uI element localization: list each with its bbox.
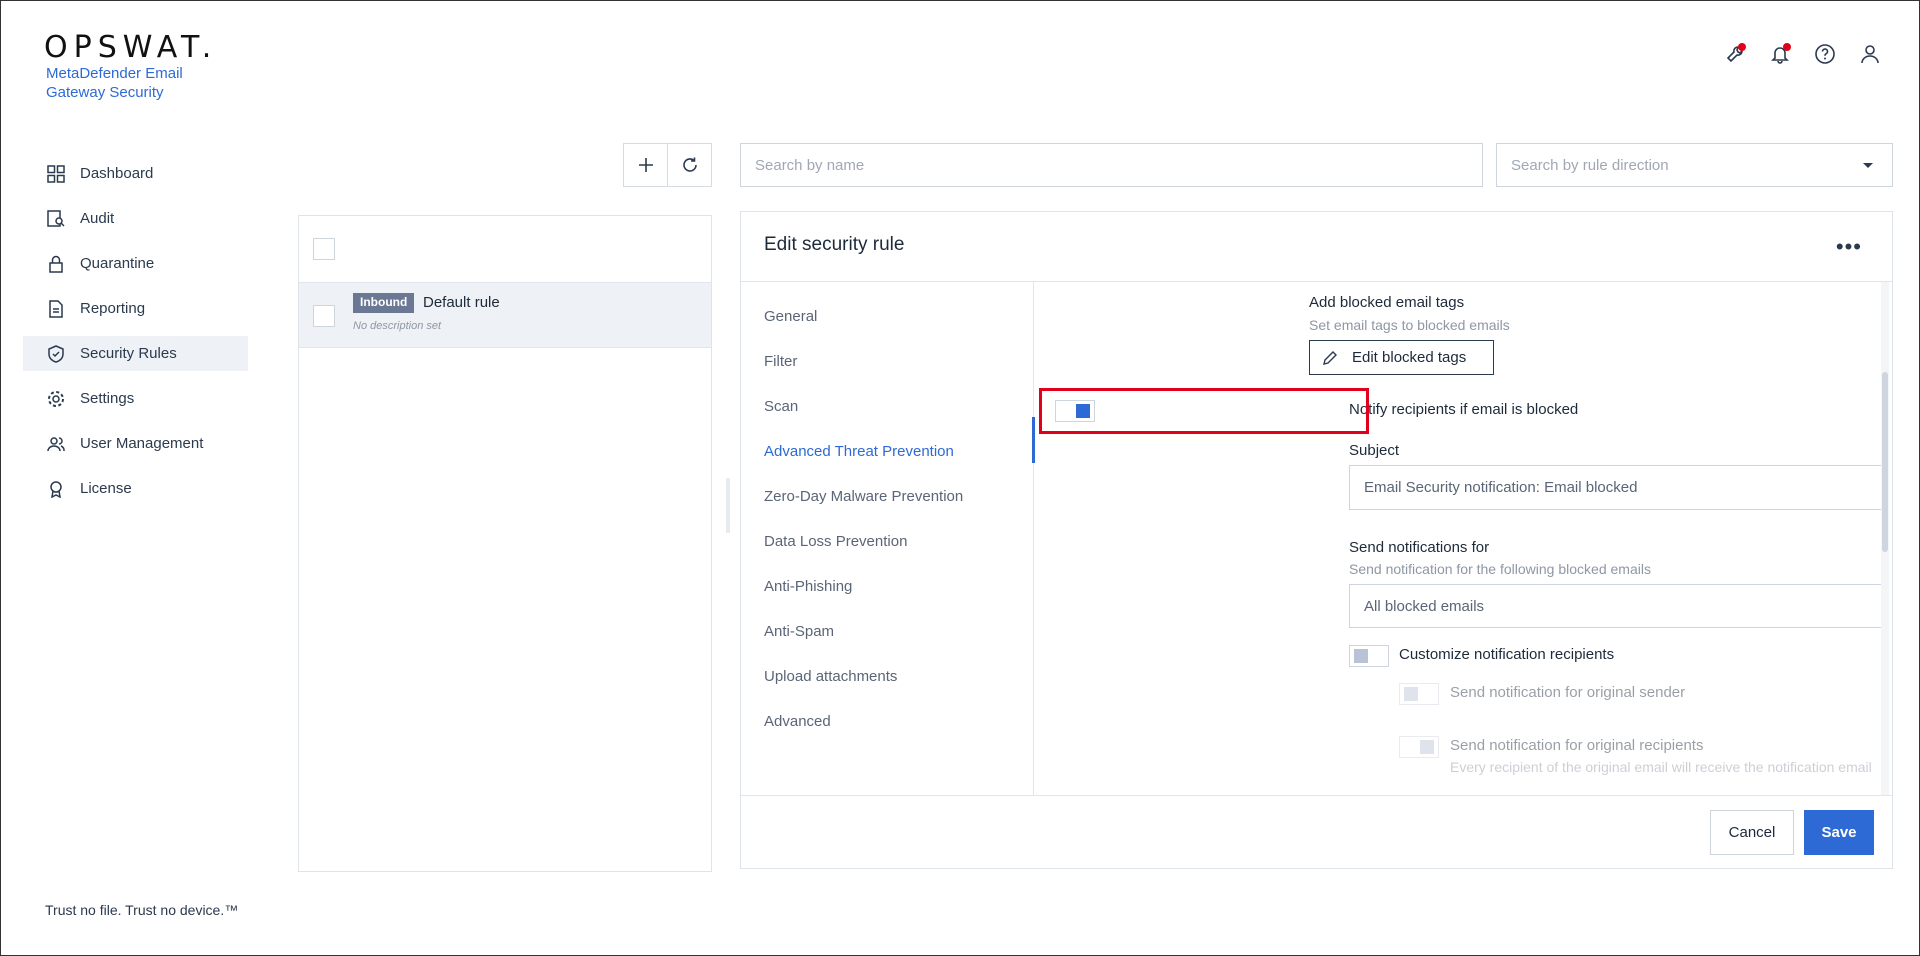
sidebar-item-user-management[interactable]: User Management	[23, 426, 248, 461]
send-notifications-select[interactable]: All blocked emails	[1349, 584, 1883, 628]
toggle-knob	[1354, 649, 1368, 663]
sidebar-item-label: Security Rules	[80, 345, 177, 362]
search-by-name[interactable]	[740, 143, 1483, 187]
notify-recipients-label: Notify recipients if email is blocked	[1349, 401, 1579, 418]
rule-list-panel: Inbound Default rule No description set	[298, 215, 712, 872]
document-icon	[46, 299, 66, 319]
original-sender-toggle[interactable]	[1399, 683, 1439, 705]
cancel-button[interactable]: Cancel	[1710, 810, 1794, 855]
search-by-direction[interactable]	[1496, 143, 1893, 187]
section-upload-attachments[interactable]: Upload attachments	[764, 654, 1034, 699]
gear-icon	[46, 389, 66, 409]
blocked-tags-description: Set email tags to blocked emails	[1309, 317, 1510, 333]
refresh-icon	[682, 157, 697, 172]
toggle-knob	[1404, 687, 1418, 701]
section-advanced-threat-prevention[interactable]: Advanced Threat Prevention	[764, 429, 1034, 474]
send-notifications-value: All blocked emails	[1364, 597, 1485, 615]
select-all-checkbox[interactable]	[313, 238, 335, 260]
user-icon[interactable]	[1856, 40, 1884, 68]
section-zero-day-malware-prevention[interactable]: Zero-Day Malware Prevention	[764, 474, 1034, 519]
sidebar-item-label: License	[80, 480, 132, 497]
section-scan[interactable]: Scan	[764, 384, 1034, 429]
section-nav: General Filter Scan Advanced Threat Prev…	[764, 294, 1034, 744]
sidebar-item-audit[interactable]: Audit	[23, 201, 248, 236]
sidebar-item-label: Reporting	[80, 300, 146, 317]
scrollbar-thumb[interactable]	[1882, 372, 1888, 552]
sidebar-item-label: Quarantine	[80, 255, 155, 272]
opswat-logo: OPSWAT.	[44, 30, 218, 65]
sidebar-item-label: Dashboard	[80, 165, 154, 182]
product-name: MetaDefender Email Gateway Security	[46, 65, 183, 101]
lock-icon	[46, 254, 66, 274]
sidebar-nav: Dashboard Audit Quarantine Reporting Sec…	[23, 156, 248, 516]
original-sender-label: Send notification for original sender	[1450, 684, 1686, 701]
search-name-input[interactable]	[755, 156, 1482, 174]
add-rule-button[interactable]	[623, 143, 668, 187]
edit-blocked-tags-button[interactable]: Edit blocked tags	[1309, 340, 1494, 375]
section-general[interactable]: General	[764, 294, 1034, 339]
subject-input[interactable]: Email Security notification: Email block…	[1349, 465, 1883, 510]
bell-icon[interactable]	[1766, 40, 1794, 68]
notification-dot	[1783, 43, 1791, 51]
footer-divider	[741, 795, 1892, 796]
rule-description: No description set	[353, 320, 442, 332]
sidebar-item-label: Settings	[80, 390, 135, 407]
toggle-knob	[1420, 740, 1434, 754]
edit-blocked-tags-label: Edit blocked tags	[1352, 349, 1467, 366]
notification-dot	[1738, 43, 1746, 51]
users-icon	[46, 434, 66, 454]
dashboard-icon	[46, 164, 66, 184]
refresh-button[interactable]	[667, 143, 712, 187]
rule-name: Default rule	[423, 294, 500, 311]
subject-value: Email Security notification: Email block…	[1364, 479, 1638, 496]
search-direction-input[interactable]	[1511, 156, 1851, 174]
blocked-tags-title: Add blocked email tags	[1309, 294, 1465, 311]
sidebar-item-license[interactable]: License	[23, 471, 248, 506]
sidebar-item-label: Audit	[80, 210, 115, 227]
section-anti-spam[interactable]: Anti-Spam	[764, 609, 1034, 654]
sidebar-item-settings[interactable]: Settings	[23, 381, 248, 416]
sidebar-item-reporting[interactable]: Reporting	[23, 291, 248, 326]
sidebar-item-label: User Management	[80, 435, 204, 452]
section-data-loss-prevention[interactable]: Data Loss Prevention	[764, 519, 1034, 564]
rule-row[interactable]: Inbound Default rule No description set	[299, 282, 711, 348]
customize-recipients-label: Customize notification recipients	[1399, 646, 1615, 663]
sidebar-item-dashboard[interactable]: Dashboard	[23, 156, 248, 191]
tagline: Trust no file. Trust no device.™	[45, 902, 239, 918]
help-icon[interactable]	[1811, 40, 1839, 68]
send-notifications-description: Send notification for the following bloc…	[1349, 561, 1651, 577]
save-button[interactable]: Save	[1804, 810, 1874, 855]
audit-icon	[46, 209, 66, 229]
section-content: Add blocked email tags Set email tags to…	[1035, 282, 1883, 795]
section-anti-phishing[interactable]: Anti-Phishing	[764, 564, 1034, 609]
chevron-down-icon	[1863, 163, 1873, 168]
more-options-icon[interactable]: •••	[1836, 234, 1862, 260]
award-icon	[46, 479, 66, 499]
customize-recipients-toggle[interactable]	[1349, 645, 1389, 667]
original-recipients-description: Every recipient of the original email wi…	[1450, 759, 1872, 775]
rule-checkbox[interactable]	[313, 305, 335, 327]
subject-label: Subject	[1349, 442, 1400, 459]
original-recipients-toggle[interactable]	[1399, 736, 1439, 758]
plus-icon	[638, 158, 653, 172]
direction-badge: Inbound	[353, 293, 415, 313]
edit-rule-panel: Edit security rule ••• General Filter Sc…	[740, 211, 1893, 869]
section-filter[interactable]: Filter	[764, 339, 1034, 384]
section-advanced[interactable]: Advanced	[764, 699, 1034, 744]
panel-resize-handle[interactable]	[726, 478, 730, 533]
wrench-icon[interactable]	[1721, 40, 1749, 68]
pencil-icon	[1323, 350, 1337, 365]
sidebar-item-security-rules[interactable]: Security Rules	[23, 336, 248, 371]
sidebar-item-quarantine[interactable]: Quarantine	[23, 246, 248, 281]
highlight-box	[1039, 388, 1369, 434]
edit-panel-title: Edit security rule	[764, 234, 905, 255]
shield-check-icon	[46, 344, 66, 364]
send-notifications-label: Send notifications for	[1349, 539, 1490, 556]
section-divider	[1033, 282, 1034, 795]
original-recipients-label: Send notification for original recipient…	[1450, 737, 1704, 754]
